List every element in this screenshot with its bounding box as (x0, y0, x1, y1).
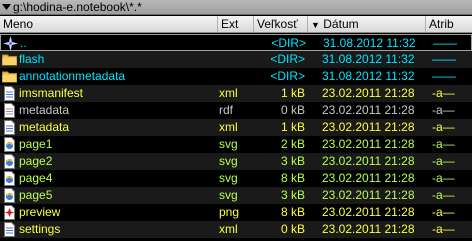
file-attr: -a— (432, 137, 455, 151)
file-row[interactable]: page4 svg 8 kB 23.02.2011 21:28 -a— (0, 170, 472, 187)
browser-file-icon (2, 188, 17, 203)
file-name: settings (19, 222, 61, 236)
file-attr: -a— (432, 205, 455, 219)
file-size: 3 kB (280, 188, 305, 202)
file-list: .. <DIR> 31.08.2012 11:32 —— flash <DIR> 31.08… (0, 34, 472, 238)
file-name: .. (20, 36, 27, 50)
column-attr-header[interactable]: Atrib (426, 16, 472, 32)
column-attr-label: Atrib (429, 17, 454, 31)
file-date: 23.02.2011 21:28 (322, 137, 415, 151)
file-date: 23.02.2011 21:28 (322, 205, 415, 219)
file-row[interactable]: metadata rdf 0 kB 23.02.2011 21:28 -a— (0, 102, 472, 119)
file-date: 23.02.2011 21:28 (322, 103, 415, 117)
file-ext: svg (219, 154, 238, 168)
folder-icon (2, 69, 17, 84)
file-name: annotationmetadata (19, 69, 126, 83)
file-ext: xml (219, 86, 238, 100)
browser-file-icon (2, 154, 17, 169)
file-size: 1 kB (280, 86, 305, 100)
chevron-down-icon[interactable] (0, 0, 12, 15)
file-ext: svg (219, 188, 238, 202)
file-size: 2 kB (280, 137, 305, 151)
file-name: metadata (19, 120, 70, 134)
file-name: page1 (19, 137, 53, 151)
file-name: imsmanifest (19, 86, 84, 100)
file-name: page2 (19, 154, 53, 168)
file-ext: png (219, 205, 240, 219)
column-size-label: Veľkosť (257, 17, 298, 31)
file-name: metadata (19, 103, 70, 117)
browser-file-icon (2, 137, 17, 152)
file-ext: svg (219, 137, 238, 151)
xml-file-icon (2, 222, 17, 237)
file-row[interactable]: settings xml 0 kB 23.02.2011 21:28 -a— (0, 221, 472, 238)
file-row[interactable]: imsmanifest xml 1 kB 23.02.2011 21:28 -a— (0, 85, 472, 102)
file-name: flash (19, 52, 45, 66)
file-size: 8 kB (280, 205, 305, 219)
file-attr: —— (433, 36, 457, 50)
file-date: 23.02.2011 21:28 (322, 222, 415, 236)
file-row[interactable]: page5 svg 3 kB 23.02.2011 21:28 -a— (0, 187, 472, 204)
file-size: 0 kB (280, 222, 305, 236)
file-ext: xml (219, 222, 238, 236)
file-size: <DIR> (270, 69, 305, 83)
xml-file-icon (2, 120, 17, 135)
file-date: 23.02.2011 21:28 (322, 188, 415, 202)
file-ext: rdf (219, 103, 234, 117)
file-size: <DIR> (270, 52, 305, 66)
file-date: 31.08.2012 11:32 (322, 52, 415, 66)
file-row[interactable]: annotationmetadata <DIR> 31.08.2012 11:32 —… (0, 68, 472, 85)
file-date: 31.08.2012 11:32 (323, 36, 416, 50)
file-row[interactable]: page1 svg 2 kB 23.02.2011 21:28 -a— (0, 136, 472, 153)
file-attr: -a— (432, 188, 455, 202)
file-attr: -a— (432, 120, 455, 134)
file-ext: svg (219, 171, 238, 185)
file-date: 23.02.2011 21:28 (322, 154, 415, 168)
column-ext-label: Ext (221, 17, 239, 31)
file-row[interactable]: .. <DIR> 31.08.2012 11:32 —— (0, 34, 472, 51)
file-row[interactable]: metadata xml 1 kB 23.02.2011 21:28 -a— (0, 119, 472, 136)
column-name-label: Meno (3, 17, 34, 31)
file-name: page5 (19, 188, 53, 202)
column-name-header[interactable]: Meno (0, 16, 218, 32)
file-name: page4 (19, 171, 53, 185)
file-row[interactable]: flash <DIR> 31.08.2012 11:32 —— (0, 51, 472, 68)
file-date: 23.02.2011 21:28 (322, 86, 415, 100)
column-header: Meno Ext Veľkosť ▼ Dátum Atrib (0, 16, 472, 33)
file-attr: -a— (432, 154, 455, 168)
sort-desc-icon: ▼ (311, 20, 320, 30)
column-date-header[interactable]: ▼ Dátum (308, 16, 426, 32)
image-file-icon (2, 205, 17, 220)
file-attr: -a— (432, 222, 455, 236)
file-row[interactable]: page2 svg 3 kB 23.02.2011 21:28 -a— (0, 153, 472, 170)
file-attr: -a— (432, 171, 455, 185)
file-date: 23.02.2011 21:28 (322, 120, 415, 134)
file-attr: —— (432, 69, 456, 83)
file-size: 0 kB (280, 103, 305, 117)
file-size: 3 kB (280, 154, 305, 168)
file-attr: -a— (432, 103, 455, 117)
file-date: 23.02.2011 21:28 (322, 171, 415, 185)
current-path: g:\hodina-e.notebook\*.* (13, 0, 142, 14)
document-icon (2, 103, 17, 118)
file-row[interactable]: preview png 8 kB 23.02.2011 21:28 -a— (0, 204, 472, 221)
folder-icon (2, 52, 17, 67)
file-ext: xml (219, 120, 238, 134)
file-size: <DIR> (271, 36, 306, 50)
file-attr: -a— (432, 86, 455, 100)
file-name: preview (19, 205, 61, 219)
up-icon (3, 36, 18, 51)
path-bar[interactable]: g:\hodina-e.notebook\*.* (0, 0, 472, 15)
file-panel: g:\hodina-e.notebook\*.* Meno Ext Veľkos… (0, 0, 472, 241)
file-size: 1 kB (280, 120, 305, 134)
file-size: 8 kB (280, 171, 305, 185)
file-date: 31.08.2012 11:32 (322, 69, 415, 83)
file-attr: —— (432, 52, 456, 66)
browser-file-icon (2, 171, 17, 186)
xml-file-icon (2, 86, 17, 101)
column-size-header[interactable]: Veľkosť (254, 16, 308, 32)
column-ext-header[interactable]: Ext (218, 16, 254, 32)
column-date-label: Dátum (323, 17, 359, 31)
